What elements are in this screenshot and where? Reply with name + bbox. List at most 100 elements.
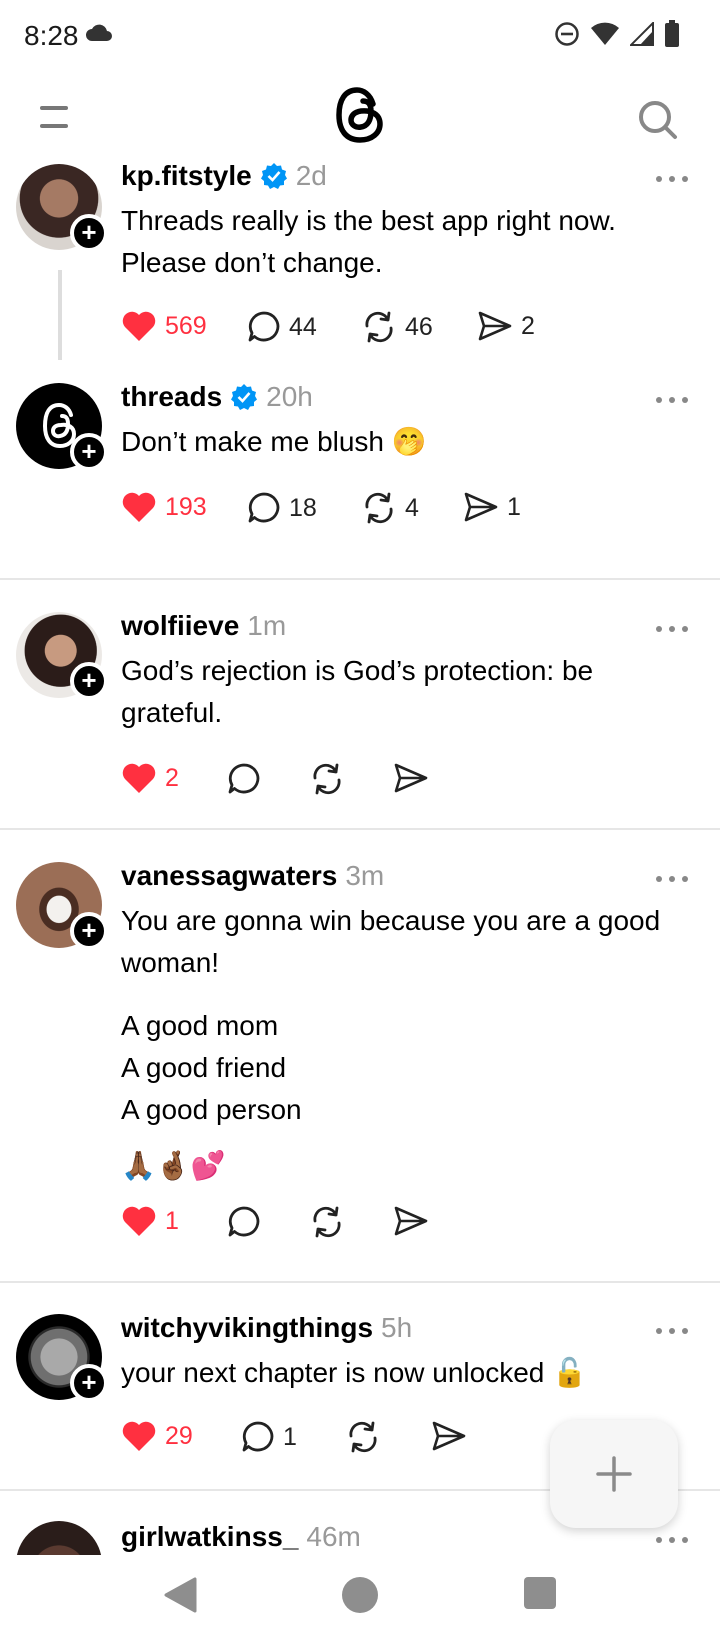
reply-button[interactable] xyxy=(227,762,269,796)
repost-icon xyxy=(365,311,393,343)
compose-button[interactable] xyxy=(550,1420,678,1528)
threads-logo-icon[interactable] xyxy=(333,84,387,146)
repost-button[interactable]: 46 xyxy=(361,310,433,344)
back-icon[interactable] xyxy=(163,1577,197,1613)
more-options-icon[interactable] xyxy=(654,874,690,884)
like-button[interactable]: 193 xyxy=(121,491,207,523)
post-vanessagwaters: + vanessagwaters 3m You are gonna win be… xyxy=(0,860,720,1250)
reply-bubble-icon xyxy=(228,763,260,794)
share-button[interactable] xyxy=(393,1205,437,1237)
heart-filled-icon xyxy=(122,311,156,341)
post-header: wolfiieve 1m xyxy=(121,610,286,642)
divider xyxy=(0,578,720,580)
share-button[interactable] xyxy=(393,762,437,794)
post-emojis: 🙏🏾🤞🏾💕 xyxy=(121,1150,226,1181)
share-count: 2 xyxy=(521,311,535,340)
follow-plus-button[interactable]: + xyxy=(70,662,108,700)
like-count: 1 xyxy=(165,1206,179,1235)
cloud-icon xyxy=(86,24,112,41)
heart-filled-icon xyxy=(122,492,156,522)
post-threads: + threads 20h Don’t make me blush 🤭 193 … xyxy=(0,381,720,551)
like-button[interactable]: 2 xyxy=(121,762,179,794)
repost-count: 4 xyxy=(405,493,419,522)
reply-button[interactable] xyxy=(227,1205,269,1239)
username[interactable]: kp.fitstyle xyxy=(121,160,252,192)
like-count: 193 xyxy=(165,492,207,521)
like-button[interactable]: 569 xyxy=(121,310,207,342)
heart-filled-icon xyxy=(122,763,156,793)
more-options-icon[interactable] xyxy=(654,395,690,405)
like-count: 29 xyxy=(165,1421,193,1450)
reply-bubble-icon xyxy=(242,1421,274,1452)
post-wolfiieve: + wolfiieve 1m God’s rejection is God’s … xyxy=(0,610,720,795)
send-icon xyxy=(432,1421,466,1451)
repost-button[interactable] xyxy=(345,1420,389,1454)
home-icon[interactable] xyxy=(342,1577,378,1613)
reply-count: 1 xyxy=(283,1422,297,1451)
like-count: 569 xyxy=(165,311,207,340)
repost-button[interactable] xyxy=(309,1205,353,1239)
share-button[interactable] xyxy=(431,1420,475,1452)
post-text-line: A good mom xyxy=(121,1010,279,1041)
post-text: Threads really is the best app right now… xyxy=(121,205,616,278)
like-count: 2 xyxy=(165,763,179,792)
share-button[interactable]: 2 xyxy=(477,310,535,342)
heart-filled-icon xyxy=(122,1206,156,1236)
post-header: witchyvikingthings 5h xyxy=(121,1312,412,1344)
menu-line-top xyxy=(40,106,68,110)
follow-plus-button[interactable]: + xyxy=(70,433,108,471)
follow-plus-button[interactable]: + xyxy=(70,912,108,950)
repost-count: 46 xyxy=(405,312,433,341)
reply-button[interactable]: 18 xyxy=(247,491,317,525)
repost-button[interactable]: 4 xyxy=(361,491,419,525)
menu-button[interactable] xyxy=(40,106,72,130)
divider xyxy=(0,828,720,830)
share-count: 1 xyxy=(507,492,521,521)
timestamp: 3m xyxy=(345,860,385,891)
more-options-icon[interactable] xyxy=(654,1326,690,1336)
timestamp: 5h xyxy=(381,1312,413,1343)
like-button[interactable]: 29 xyxy=(121,1420,193,1452)
post-header: girlwatkinss_ 46m xyxy=(121,1521,361,1553)
repost-icon xyxy=(313,1206,341,1238)
repost-icon xyxy=(313,763,341,795)
username[interactable]: threads xyxy=(121,381,222,413)
post-header: threads 20h xyxy=(121,381,313,413)
username[interactable]: vanessagwaters xyxy=(121,860,337,892)
timestamp: 1m xyxy=(247,610,287,641)
username[interactable]: girlwatkinss_ xyxy=(121,1521,298,1553)
recents-icon[interactable] xyxy=(524,1577,556,1609)
follow-plus-button[interactable]: + xyxy=(70,214,108,252)
more-options-icon[interactable] xyxy=(654,624,690,634)
post-text: Don’t make me blush 🤭 xyxy=(121,426,427,457)
reply-count: 18 xyxy=(289,493,317,522)
search-icon[interactable] xyxy=(636,98,680,142)
heart-filled-icon xyxy=(122,1421,156,1451)
signal-icon xyxy=(630,22,654,46)
username[interactable]: witchyvikingthings xyxy=(121,1312,373,1344)
reply-button[interactable]: 44 xyxy=(247,310,317,344)
share-button[interactable]: 1 xyxy=(463,491,521,523)
timestamp: 2d xyxy=(295,160,327,191)
send-icon xyxy=(394,1206,428,1236)
post-header: kp.fitstyle 2d xyxy=(121,160,327,192)
top-bar xyxy=(0,72,720,162)
avatar[interactable] xyxy=(16,1521,102,1555)
post-header: vanessagwaters 3m xyxy=(121,860,384,892)
post-text-line: A good person xyxy=(121,1094,302,1125)
reply-button[interactable]: 1 xyxy=(241,1420,297,1454)
follow-plus-button[interactable]: + xyxy=(70,1364,108,1402)
plus-icon xyxy=(596,1456,632,1492)
like-button[interactable]: 1 xyxy=(121,1205,179,1237)
do-not-disturb-icon xyxy=(555,22,579,46)
repost-icon xyxy=(349,1421,377,1453)
repost-button[interactable] xyxy=(309,762,353,796)
username[interactable]: wolfiieve xyxy=(121,610,239,642)
post-text: You are gonna win because you are a good… xyxy=(121,905,661,978)
status-time: 8:28 xyxy=(24,20,79,51)
more-options-icon[interactable] xyxy=(654,174,690,184)
send-icon xyxy=(394,763,428,793)
more-options-icon[interactable] xyxy=(654,1535,690,1545)
system-nav-bar xyxy=(0,1555,720,1650)
timestamp: 20h xyxy=(266,381,313,412)
